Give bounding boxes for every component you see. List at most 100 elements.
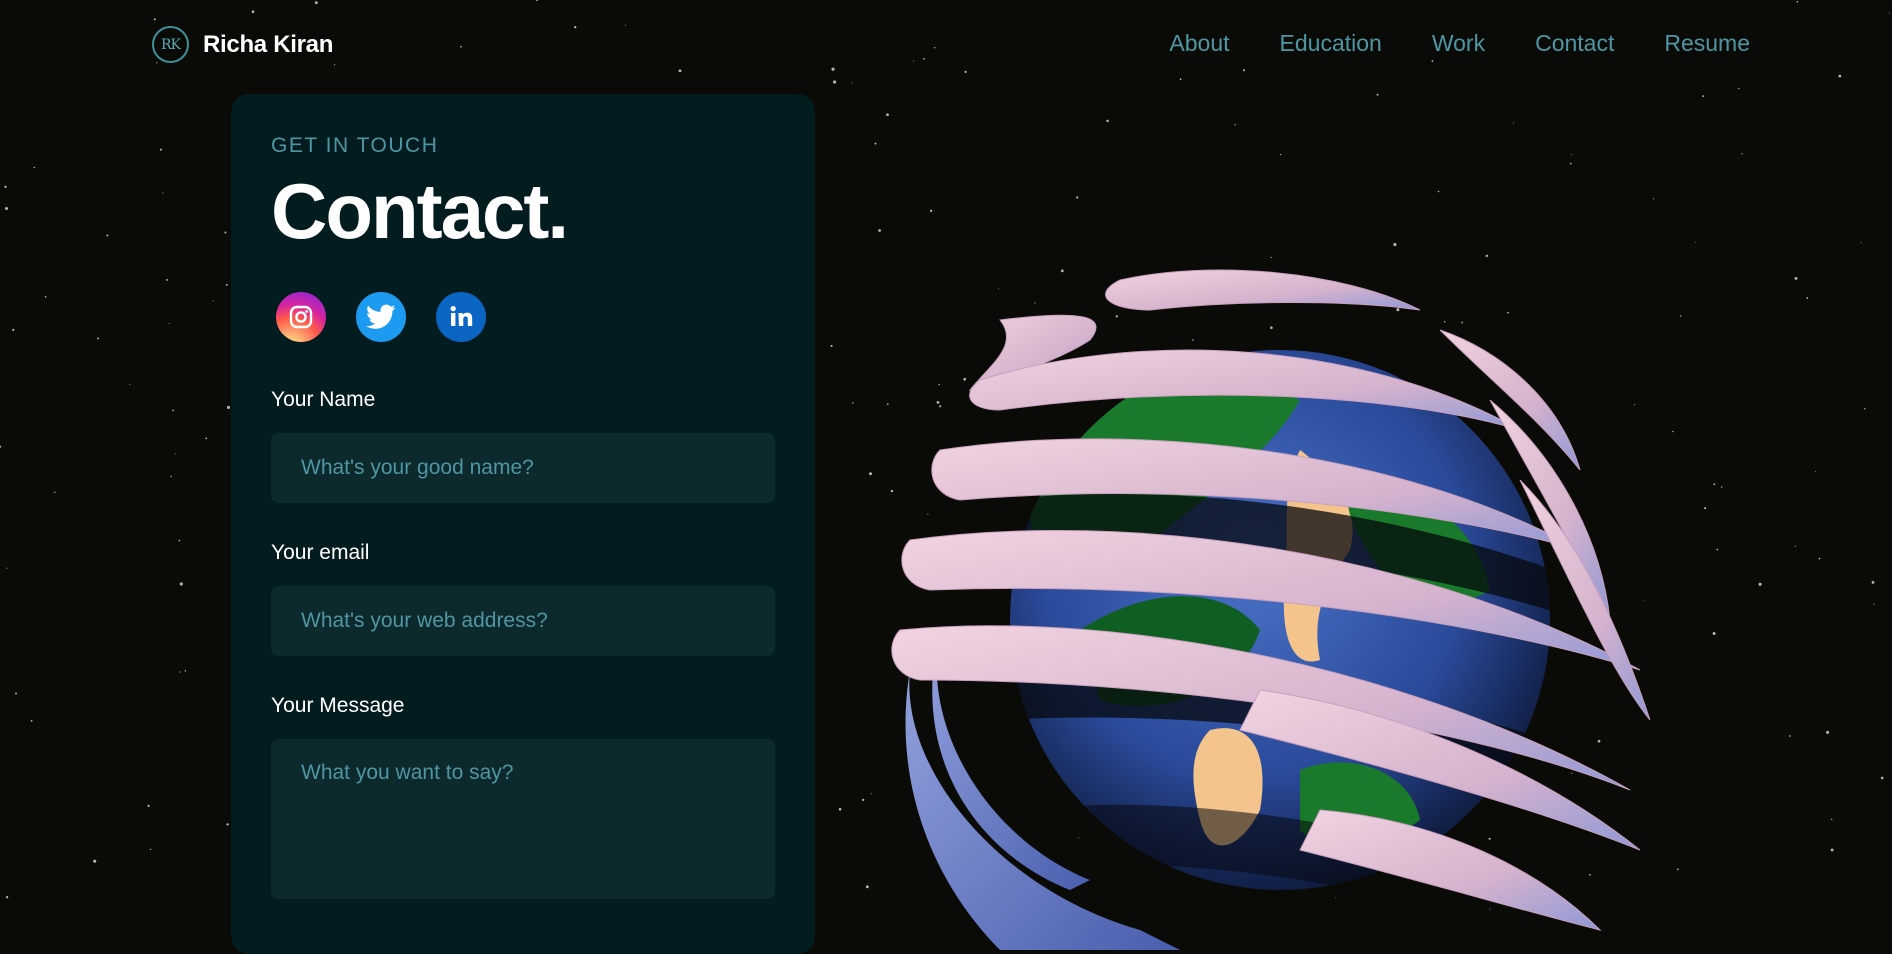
star <box>12 328 15 331</box>
logo-name: Richa Kiran <box>203 30 334 58</box>
star <box>170 475 172 478</box>
star <box>886 113 889 117</box>
star <box>929 209 933 212</box>
star <box>33 166 36 169</box>
earth-globe-illustration[interactable] <box>880 250 1660 950</box>
star <box>96 337 99 340</box>
star <box>1569 162 1572 165</box>
message-placeholder: What you want to say? <box>301 761 514 784</box>
nav-link-resume[interactable]: Resume <box>1664 30 1750 57</box>
star <box>44 295 47 298</box>
star <box>1076 196 1079 199</box>
star <box>1826 730 1830 734</box>
star <box>106 234 109 237</box>
section-eyebrow: GET IN TOUCH <box>271 134 439 157</box>
star <box>166 278 168 281</box>
star <box>1653 198 1655 200</box>
star <box>1871 581 1875 584</box>
star <box>225 283 228 286</box>
email-placeholder: What's your web address? <box>301 609 548 632</box>
star <box>869 472 872 476</box>
top-navigation: RK Richa Kiran About Education Work Cont… <box>0 0 1892 92</box>
message-label: Your Message <box>271 694 405 717</box>
star <box>30 719 33 722</box>
name-label: Your Name <box>271 388 376 411</box>
page-title: Contact. <box>271 167 569 255</box>
star <box>178 539 181 542</box>
nav-links: About Education Work Contact Resume <box>1119 30 1750 57</box>
name-placeholder: What's your good name? <box>301 456 534 479</box>
twitter-link[interactable] <box>356 292 406 342</box>
star <box>1864 408 1866 410</box>
star <box>1672 430 1674 433</box>
star <box>874 142 877 145</box>
star <box>172 409 175 412</box>
star <box>226 405 231 409</box>
star <box>1234 124 1236 126</box>
star <box>150 848 152 851</box>
email-field[interactable]: What's your web address? <box>271 586 775 656</box>
star <box>168 322 170 324</box>
nav-link-about[interactable]: About <box>1169 30 1229 57</box>
star <box>865 885 869 889</box>
nav-link-contact[interactable]: Contact <box>1535 30 1614 57</box>
email-label: Your email <box>271 541 370 564</box>
name-field[interactable]: What's your good name? <box>271 433 775 503</box>
star <box>0 445 2 448</box>
star <box>4 185 7 188</box>
star <box>1716 548 1719 551</box>
star <box>870 793 872 795</box>
star <box>838 807 842 811</box>
instagram-link[interactable] <box>276 292 326 342</box>
star <box>1880 776 1884 780</box>
twitter-icon <box>366 304 396 329</box>
star <box>1677 868 1679 871</box>
star <box>1806 297 1809 299</box>
nav-link-work[interactable]: Work <box>1432 30 1485 57</box>
star <box>1713 483 1716 486</box>
star <box>878 229 881 232</box>
star <box>6 567 8 569</box>
star <box>93 859 97 863</box>
logo-mark: RK <box>152 26 189 63</box>
star <box>162 192 164 194</box>
star <box>862 798 865 802</box>
star <box>212 300 214 302</box>
logo[interactable]: RK Richa Kiran <box>152 26 333 63</box>
star <box>159 148 162 151</box>
star <box>1788 735 1791 737</box>
star <box>179 671 181 673</box>
star <box>1720 486 1723 488</box>
star <box>4 206 9 211</box>
star <box>1512 122 1514 124</box>
star <box>1818 557 1821 560</box>
star <box>54 491 56 494</box>
instagram-icon <box>289 305 313 329</box>
linkedin-link[interactable] <box>436 292 486 342</box>
star <box>1106 119 1109 123</box>
star <box>1280 153 1282 156</box>
star <box>1376 93 1379 96</box>
star <box>224 231 227 234</box>
star <box>1712 632 1716 635</box>
star <box>830 344 833 347</box>
star <box>1873 603 1875 605</box>
star <box>1794 276 1798 280</box>
star <box>5 896 9 899</box>
nav-link-education[interactable]: Education <box>1280 30 1382 57</box>
star <box>1831 818 1833 820</box>
star <box>226 823 229 826</box>
star <box>1704 507 1707 510</box>
contact-card: GET IN TOUCH Contact. Your Name What's y… <box>231 94 815 954</box>
star <box>1830 848 1834 852</box>
star <box>1702 95 1705 97</box>
star <box>1741 153 1743 155</box>
star <box>1814 471 1816 473</box>
message-field[interactable]: What you want to say? <box>271 739 775 899</box>
linkedin-icon <box>450 306 473 326</box>
star <box>129 383 131 385</box>
star <box>1393 243 1397 247</box>
star <box>15 692 17 695</box>
star <box>1437 190 1440 193</box>
star <box>1794 545 1796 547</box>
